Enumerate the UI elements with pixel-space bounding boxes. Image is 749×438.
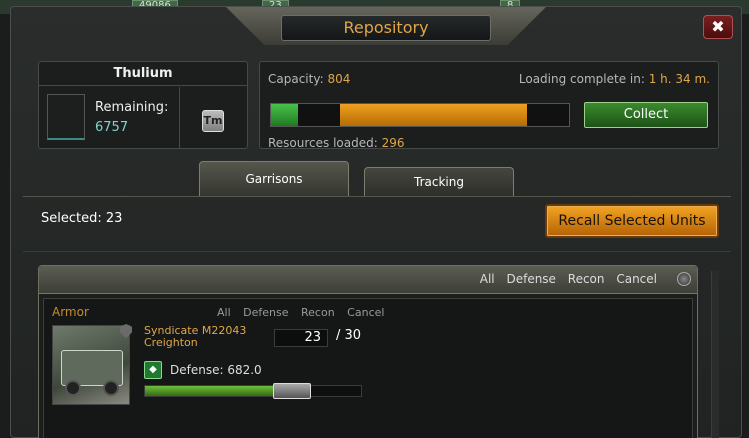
filter-recon[interactable]: Recon [568, 272, 605, 286]
filter-defense[interactable]: Defense [506, 272, 555, 286]
unit-image [52, 325, 130, 405]
close-button[interactable]: ✖ [703, 15, 733, 39]
resources-loaded-label: Resources loaded: [268, 136, 378, 150]
collect-button[interactable]: Collect [584, 102, 708, 128]
unit-count-slider[interactable] [144, 383, 362, 399]
loaded-fill [271, 104, 298, 126]
resource-divider [179, 87, 180, 149]
list-filter-row: All Defense Recon Cancel [472, 272, 657, 286]
tab-divider [23, 196, 731, 197]
selected-count: Selected: 23 [41, 211, 123, 226]
group-filter-row: All Defense Recon Cancel [208, 306, 384, 319]
capacity-label-text: Capacity: [268, 72, 324, 86]
slider-thumb[interactable] [273, 383, 312, 399]
loading-value: 1 h. 34 m. [648, 72, 710, 86]
filter-all[interactable]: All [480, 272, 495, 286]
capacity-value: 804 [327, 72, 351, 86]
remaining-label: Remaining: [95, 100, 169, 115]
defense-value: Defense: 682.0 [170, 363, 262, 377]
collapse-knob-icon[interactable] [677, 272, 691, 286]
unit-count-max: / 30 [336, 328, 362, 343]
window-title: Repository [281, 15, 491, 41]
group-title: Armor [52, 305, 89, 319]
vehicle-wheel [103, 380, 119, 396]
resource-name: Thulium [39, 62, 247, 86]
defense-shield-icon: ◆ [144, 361, 162, 379]
group-filter-recon[interactable]: Recon [301, 306, 335, 319]
tab-garrisons[interactable]: Garrisons [199, 161, 349, 197]
resources-loaded-value: 296 [381, 136, 405, 150]
recall-selected-units-button[interactable]: Recall Selected Units [545, 204, 719, 238]
group-filter-cancel[interactable]: Cancel [347, 306, 384, 319]
resources-loaded: Resources loaded: 296 [268, 136, 405, 150]
armor-group: Armor All Defense Recon Cancel Syndicate… [43, 298, 693, 438]
resource-panel: Thulium Remaining: 6757 Tm [38, 61, 248, 149]
resource-swatch [47, 94, 85, 140]
repository-window: Repository ✖ Thulium Remaining: 6757 Tm … [10, 6, 742, 438]
list-scrollbar[interactable] [711, 271, 719, 438]
section-divider [23, 251, 731, 252]
unit-name: Syndicate M22043 Creighton [144, 324, 247, 349]
group-filter-all[interactable]: All [217, 306, 231, 319]
vehicle-wheel [65, 380, 81, 396]
capacity-label: Capacity: 804 [268, 72, 350, 86]
garrison-list: All Defense Recon Cancel Armor All Defen… [38, 265, 698, 438]
loading-progress-bar [270, 103, 570, 127]
remaining-value: 6757 [95, 120, 129, 135]
capacity-panel: Capacity: 804 Loading complete in: 1 h. … [259, 61, 719, 150]
thulium-icon: Tm [202, 110, 224, 132]
remaining-fill [339, 104, 528, 126]
loading-label-text: Loading complete in: [518, 72, 645, 86]
tab-tracking[interactable]: Tracking [364, 167, 514, 197]
filter-cancel[interactable]: Cancel [616, 272, 657, 286]
unit-count-input[interactable]: 23 [274, 329, 328, 347]
loading-time: Loading complete in: 1 h. 34 m. [519, 72, 710, 86]
group-filter-defense[interactable]: Defense [243, 306, 288, 319]
list-header: All Defense Recon Cancel [39, 266, 697, 294]
